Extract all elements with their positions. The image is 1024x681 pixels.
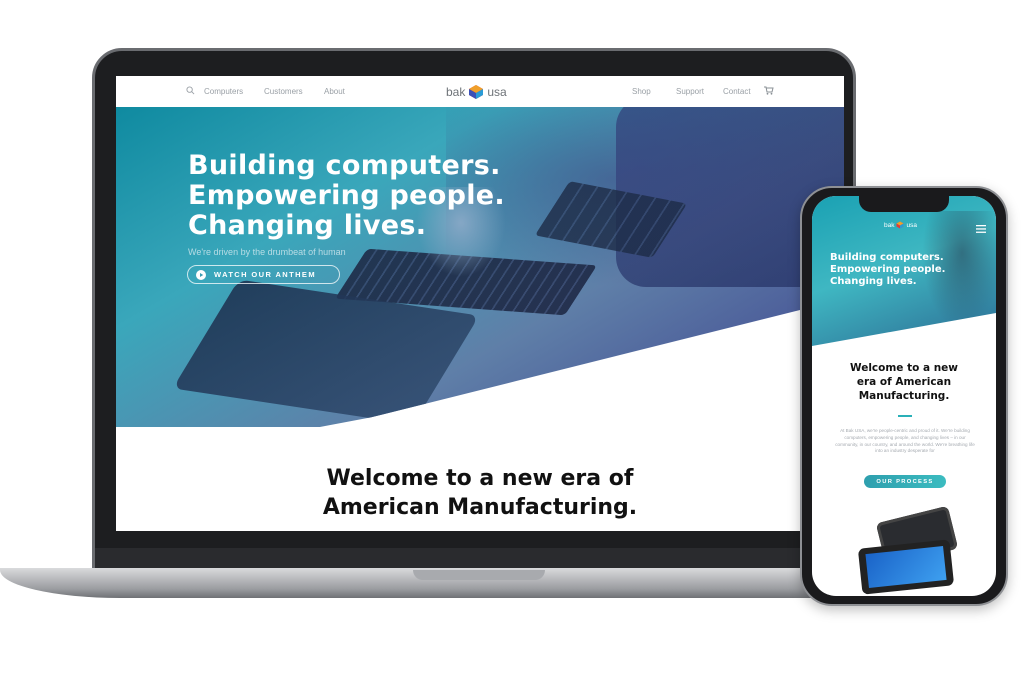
mobile-logo[interactable]: bak usa (884, 221, 917, 229)
mobile-hero: bak usa Building computers. Empowering p… (812, 196, 996, 346)
cart-icon[interactable] (764, 86, 774, 95)
hero-title-line: Building computers. (188, 150, 501, 181)
mobile-logo-text-left: bak (884, 221, 895, 229)
logo-mark-icon (469, 85, 484, 99)
mobile-divider (898, 415, 912, 417)
mobile-logo-text-right: usa (906, 221, 917, 229)
site-logo[interactable]: bak usa (446, 82, 507, 102)
hero-title-line: Changing lives. (188, 210, 427, 241)
mobile-hero-title-line: Empowering people. (830, 264, 946, 275)
welcome-line: American Manufacturing. (322, 495, 638, 520)
mobile-welcome-line: Manufacturing. (858, 390, 950, 402)
hero-subtitle: We're driven by the drumbeat of human (188, 247, 346, 257)
mobile-logo-mark-icon (896, 221, 904, 229)
watch-anthem-label: WATCH OUR ANTHEM (214, 270, 316, 279)
mobile-body-text: At Bak USA, we're people-centric and pro… (835, 428, 975, 454)
hero-title-line: Empowering people. (188, 180, 505, 211)
logo-text-right: usa (487, 85, 507, 99)
tablet-screen (865, 546, 947, 588)
logo-text-left: bak (446, 85, 466, 99)
mobile-hero-title-line: Changing lives. (830, 276, 917, 287)
menu-icon[interactable] (976, 225, 986, 233)
nav-item-customers[interactable]: Customers (264, 87, 303, 96)
mobile-hero-title: Building computers. Empowering people. C… (830, 252, 945, 288)
mobile-welcome-line: Welcome to a new (849, 362, 958, 374)
laptop-chin (95, 548, 853, 570)
nav-item-about[interactable]: About (324, 87, 345, 96)
mobile-welcome-heading: Welcome to a new era of American Manufac… (812, 361, 996, 403)
hero-section: Building computers. Empowering people. C… (116, 107, 844, 427)
nav-item-computers[interactable]: Computers (204, 87, 243, 96)
welcome-heading: Welcome to a new era of American Manufac… (116, 464, 844, 522)
nav-item-contact[interactable]: Contact (723, 87, 751, 96)
welcome-line: Welcome to a new era of (326, 466, 634, 491)
laptop-screen: Computers Customers About bak usa Shop S… (116, 76, 844, 531)
hero-title: Building computers. Empowering people. C… (188, 151, 505, 241)
laptop-notch (413, 570, 545, 580)
play-icon (196, 269, 206, 280)
mobile-welcome-line: era of American (856, 376, 952, 388)
our-process-button[interactable]: OUR PROCESS (864, 475, 946, 488)
nav-item-shop[interactable]: Shop (632, 87, 651, 96)
rugged-tablet-front-image (857, 539, 955, 595)
watch-anthem-button[interactable]: WATCH OUR ANTHEM (187, 265, 340, 284)
site-nav: Computers Customers About bak usa Shop S… (116, 76, 844, 107)
search-icon[interactable] (186, 86, 195, 95)
phone-notch (859, 196, 949, 212)
mobile-hero-title-line: Building computers. (830, 252, 944, 263)
nav-item-support[interactable]: Support (676, 87, 704, 96)
phone-screen: bak usa Building computers. Empowering p… (812, 196, 996, 596)
